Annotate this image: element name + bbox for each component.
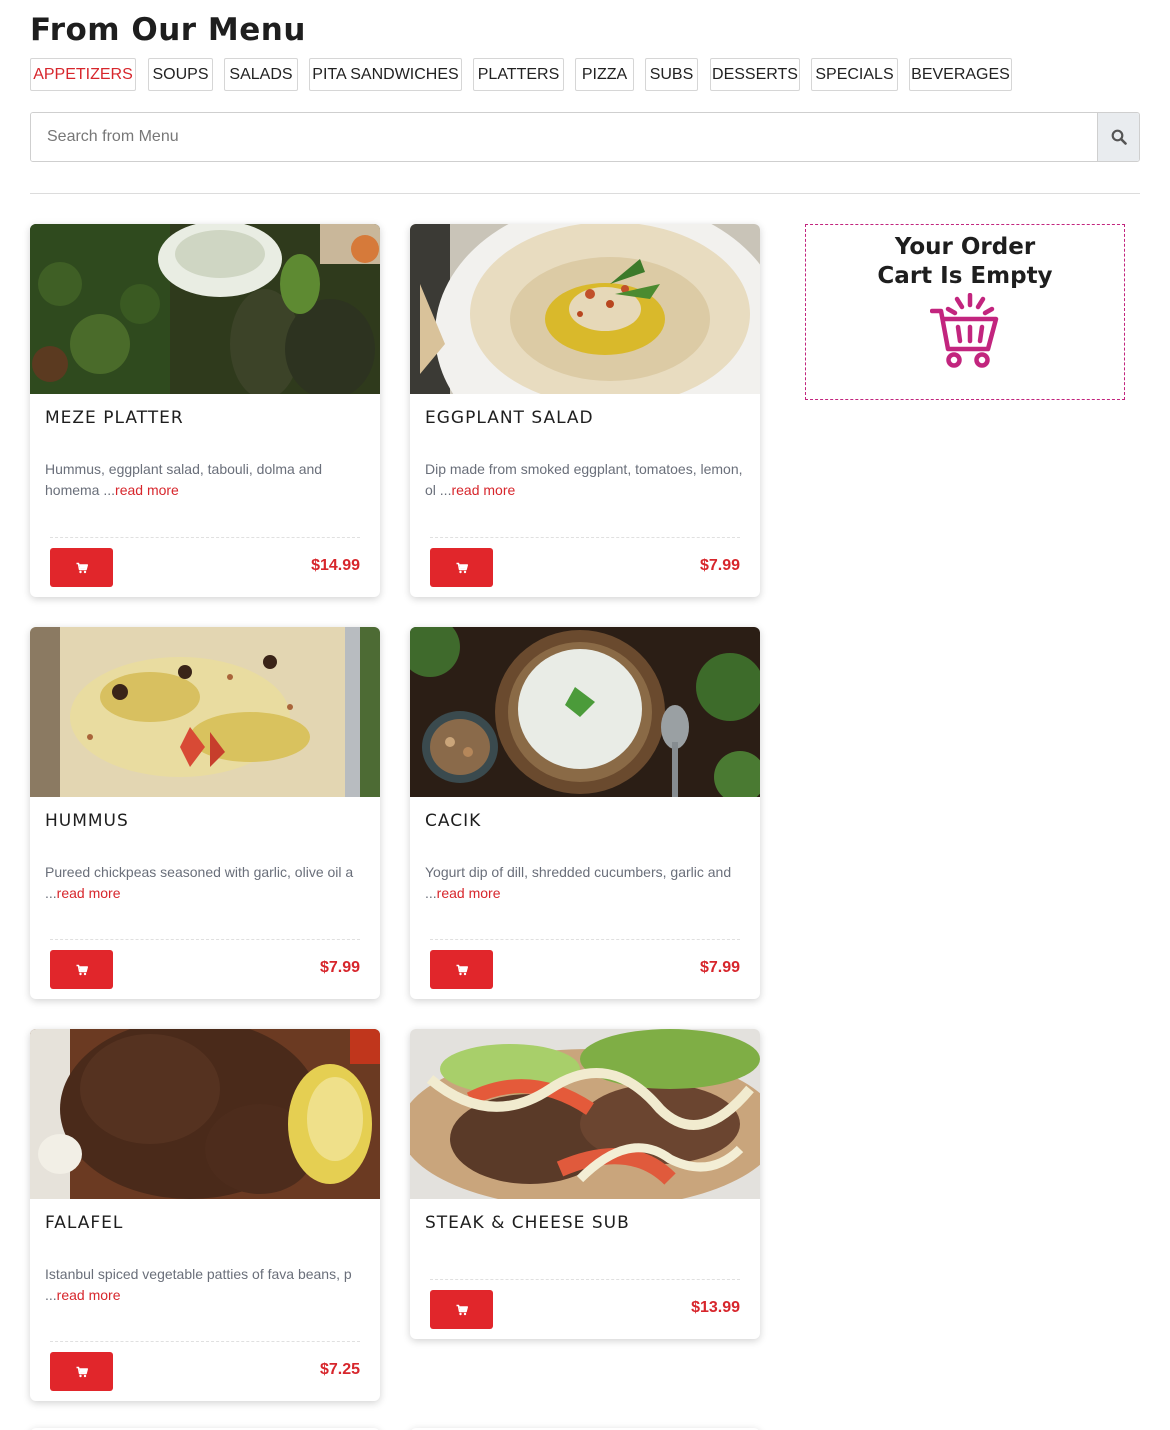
menu-card-hummus: HUMMUS Pureed chickpeas seasoned with ga…: [30, 627, 380, 999]
search-input[interactable]: [31, 113, 1097, 161]
item-name: EGGPLANT SALAD: [425, 408, 594, 428]
item-description: Hummus, eggplant salad, tabouli, dolma a…: [45, 461, 323, 498]
category-beverages[interactable]: BEVERAGES: [909, 58, 1012, 91]
add-to-cart-button[interactable]: [50, 548, 113, 587]
read-more-link[interactable]: read more: [57, 885, 121, 901]
category-pita-sandwiches[interactable]: PITA SANDWICHES: [309, 58, 462, 91]
card-separator: [430, 1279, 740, 1280]
meze-platter-image[interactable]: [30, 224, 380, 394]
menu-card-cacik: CACIK Yogurt dip of dill, shredded cucum…: [410, 627, 760, 999]
divider: [30, 193, 1140, 194]
hummus-image[interactable]: [30, 627, 380, 797]
card-separator: [50, 939, 360, 940]
search-box: [30, 112, 1140, 162]
category-appetizers[interactable]: APPETIZERS: [30, 58, 136, 91]
item-description: Istanbul spiced vegetable patties of fav…: [45, 1266, 352, 1303]
category-platters[interactable]: PLATTERS: [473, 58, 564, 91]
cacik-image[interactable]: [410, 627, 760, 797]
order-title: Your Order Cart Is Empty: [806, 233, 1124, 291]
item-price: $7.99: [319, 959, 360, 976]
cart-icon: [76, 964, 88, 975]
card-separator: [430, 537, 740, 538]
cart-icon: [456, 562, 468, 573]
item-description: Yogurt dip of dill, shredded cucumbers, …: [425, 864, 732, 901]
page-title: From Our Menu: [30, 12, 306, 48]
cart-icon: [76, 1366, 88, 1377]
category-soups[interactable]: SOUPS: [148, 58, 213, 91]
read-more-link[interactable]: read more: [115, 482, 179, 498]
item-description: Pureed chickpeas seasoned with garlic, o…: [45, 864, 354, 901]
add-to-cart-button[interactable]: [430, 548, 493, 587]
cart-icon: [456, 964, 468, 975]
item-name: MEZE PLATTER: [45, 408, 184, 428]
search-button[interactable]: [1097, 113, 1139, 161]
cart-icon: [456, 1304, 468, 1315]
add-to-cart-button[interactable]: [430, 1290, 493, 1329]
item-name: STEAK & CHEESE SUB: [425, 1213, 630, 1233]
menu-card-falafel: FALAFEL Istanbul spiced vegetable pattie…: [30, 1029, 380, 1401]
search-icon: [1111, 129, 1127, 145]
card-separator: [50, 1341, 360, 1342]
item-name: HUMMUS: [45, 811, 129, 831]
eggplant-salad-image[interactable]: [410, 224, 760, 394]
add-to-cart-button[interactable]: [50, 950, 113, 989]
menu-card-steak-cheese-sub: STEAK & CHEESE SUB $13.99: [410, 1029, 760, 1339]
read-more-link[interactable]: read more: [57, 1287, 121, 1303]
item-name: CACIK: [425, 811, 482, 831]
item-price: $7.99: [699, 557, 740, 574]
read-more-link[interactable]: read more: [451, 482, 515, 498]
order-empty-message: Cart Is Empty: [877, 263, 1053, 289]
card-separator: [430, 939, 740, 940]
category-desserts[interactable]: DESSERTS: [710, 58, 800, 91]
item-price: $13.99: [691, 1299, 740, 1316]
cart-icon: [76, 562, 88, 573]
menu-card-eggplant-salad: EGGPLANT SALAD Dip made from smoked eggp…: [410, 224, 760, 597]
category-pizza[interactable]: PIZZA: [575, 58, 634, 91]
category-subs[interactable]: SUBS: [645, 58, 698, 91]
order-title-line1: Your Order: [894, 234, 1036, 260]
item-price: $7.99: [699, 959, 740, 976]
item-price: $7.25: [319, 1361, 360, 1378]
add-to-cart-button[interactable]: [50, 1352, 113, 1391]
menu-card-meze-platter: MEZE PLATTER Hummus, eggplant salad, tab…: [30, 224, 380, 597]
read-more-link[interactable]: read more: [437, 885, 501, 901]
shopping-cart-icon: [930, 293, 999, 368]
item-price: $14.99: [311, 557, 360, 574]
card-separator: [50, 537, 360, 538]
category-specials[interactable]: SPECIALS: [811, 58, 898, 91]
item-name: FALAFEL: [45, 1213, 124, 1233]
order-panel: Your Order Cart Is Empty: [805, 224, 1125, 400]
category-salads[interactable]: SALADS: [224, 58, 298, 91]
steak-cheese-sub-image[interactable]: [410, 1029, 760, 1199]
falafel-image[interactable]: [30, 1029, 380, 1199]
item-description: Dip made from smoked eggplant, tomatoes,…: [425, 461, 743, 498]
add-to-cart-button[interactable]: [430, 950, 493, 989]
